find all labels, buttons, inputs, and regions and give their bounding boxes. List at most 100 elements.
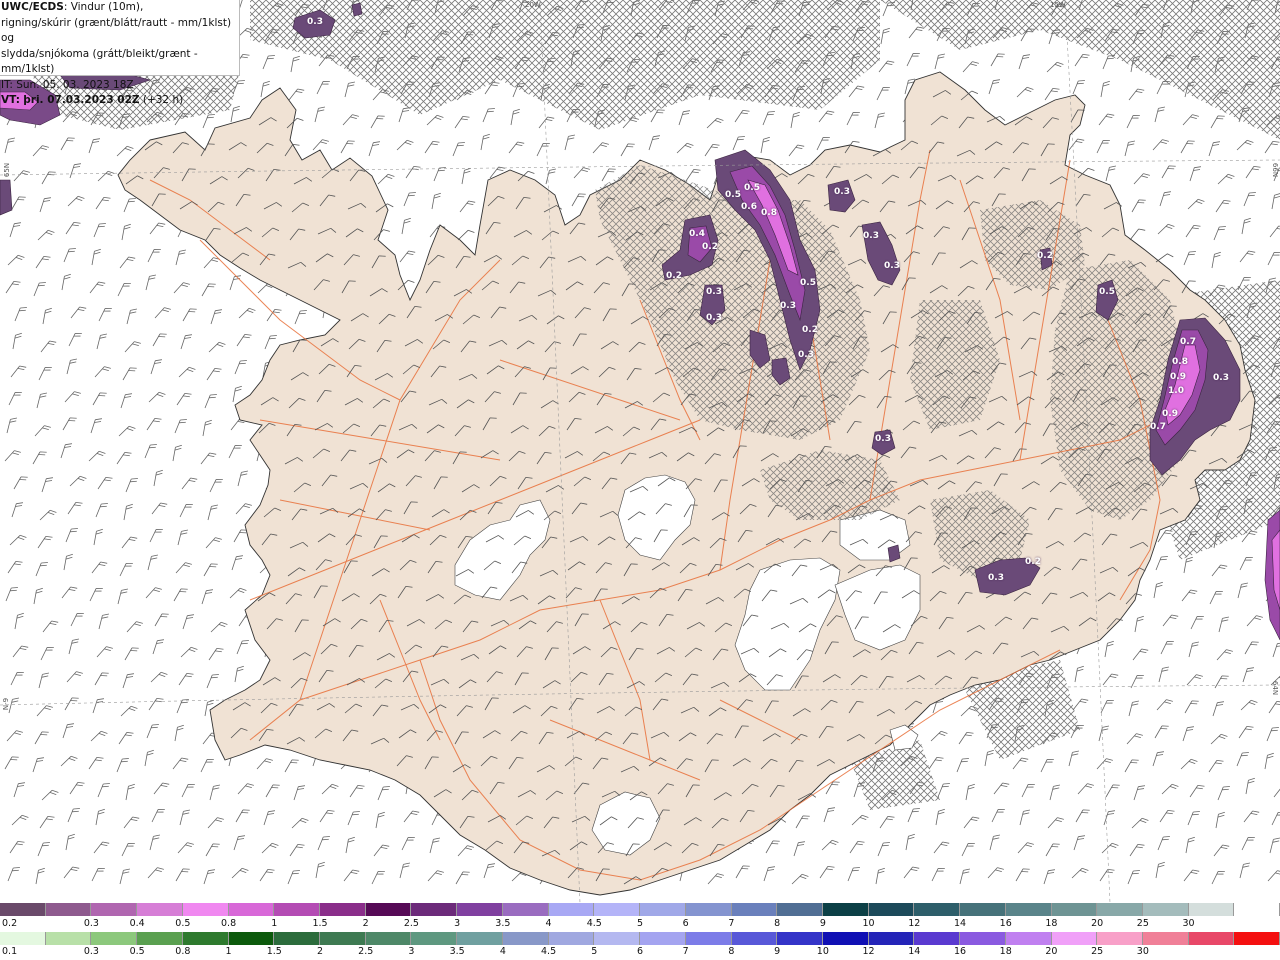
legend-swatch [182, 903, 229, 916]
legend-swatch [1188, 903, 1235, 916]
legend-swatch [1097, 903, 1143, 916]
legend-label: 3.5 [495, 918, 511, 929]
legend-swatch [1142, 903, 1189, 916]
legend-swatch [1188, 932, 1235, 945]
precip-value-label: 0.3 [875, 434, 891, 444]
legend-swatch [914, 932, 961, 945]
precip-value-label: 0.5 [1099, 287, 1115, 297]
legend-swatch [685, 903, 732, 916]
legend-swatch [868, 932, 915, 945]
legend-label: 20 [1045, 946, 1058, 957]
precip-value-label: 0.2 [802, 325, 818, 335]
legend-swatch [137, 932, 183, 945]
legend-swatch [457, 932, 503, 945]
legend-swatch [731, 903, 778, 916]
precip-value-label: 0.7 [1150, 422, 1166, 432]
legend-swatch [502, 903, 549, 916]
legend-swatch [1234, 903, 1280, 916]
precip-value-label: 0.2 [1025, 557, 1041, 567]
legend-label: 16 [953, 946, 967, 957]
legend-swatch [91, 903, 138, 916]
legend-label: 25 [1136, 918, 1149, 929]
legend-label: 9 [819, 918, 826, 929]
legend-label: 8 [728, 946, 735, 957]
legend-label: 2.5 [358, 946, 374, 957]
forecast-info-box: UWC/ECDS: Vindur (10m), rigning/skúrir (… [0, 0, 240, 106]
legend-swatch [228, 932, 275, 945]
snow-description: slydda/snjókoma (grátt/bleikt/grænt - mm… [1, 47, 198, 76]
legend-swatch [182, 932, 229, 945]
precip-value-label: 0.5 [744, 183, 760, 193]
forecast-map [0, 0, 1280, 903]
legend-swatch [868, 903, 915, 916]
legend-label: 4.5 [586, 918, 602, 929]
legend-label: 6 [636, 946, 644, 957]
rain-legend-labels: 0.1 0.3 0.5 0.8 1 1.5 2 2.5 3 3.5 4 4.5 5 6 7 8 9 10 12 14 1… [0, 946, 1280, 958]
precip-value-label: 0.3 [307, 17, 323, 27]
legend-label: 4 [545, 918, 552, 929]
legend-swatch [960, 932, 1006, 945]
legend-label: 16 [999, 918, 1012, 929]
legend-swatch [411, 903, 458, 916]
legend-label: 5 [636, 918, 644, 929]
legend-swatch [731, 932, 778, 945]
info-line-1: UWC/ECDS: Vindur (10m), [1, 0, 239, 16]
legend-label: 20 [1091, 918, 1104, 929]
legend-swatch [685, 932, 732, 945]
legend-swatch [91, 932, 138, 945]
precip-value-label: 0.8 [761, 208, 777, 218]
legend-label: 8 [774, 918, 781, 929]
legend-label: 4.5 [541, 946, 557, 957]
precip-value-label: 0.9 [1162, 409, 1178, 419]
legend-swatch [548, 932, 595, 945]
field-description: : Vindur (10m), [63, 1, 144, 13]
lat-label-left-top: 65N [3, 162, 12, 178]
legend-swatch [777, 932, 823, 945]
legend-swatch [274, 932, 321, 945]
legend-label: 18 [999, 946, 1012, 957]
legend-label: 12 [862, 946, 875, 957]
legend-swatch [1234, 932, 1280, 945]
legend-label: 30 [1136, 946, 1149, 957]
rain-description: rigning/skúrir (grænt/blátt/rautt - mm/1… [1, 16, 232, 45]
precip-value-label: 0.3 [988, 573, 1004, 583]
legend-swatch [548, 903, 595, 916]
legend-label: 1.5 [266, 946, 282, 957]
legend-swatch [640, 932, 686, 945]
precip-value-label: 0.4 [689, 229, 705, 239]
legend-swatch [0, 903, 46, 916]
legend-label: 18 [1045, 918, 1058, 929]
rain-color-legend [0, 932, 1280, 945]
precip-value-label: 0.2 [702, 242, 718, 252]
precip-value-label: 0.3 [798, 350, 814, 360]
legend-label: 14 [953, 918, 967, 929]
precip-value-label: 0.6 [741, 202, 757, 212]
legend-label: 7 [682, 946, 689, 957]
legend-label: 0.2 [2, 918, 18, 929]
precip-value-label: 0.3 [706, 313, 722, 323]
legend-swatch [228, 903, 275, 916]
legend-swatch [0, 932, 46, 945]
valid-time: þri. 07.03.2023 02Z [23, 94, 140, 106]
legend-label: 0.3 [83, 918, 99, 929]
legend-swatch [960, 903, 1006, 916]
precip-value-label: 0.7 [1180, 337, 1196, 347]
legend-swatch [365, 903, 412, 916]
legend-swatch [45, 932, 92, 945]
precip-value-label: 0.3 [706, 287, 722, 297]
precip-value-label: 0.5 [800, 278, 816, 288]
legend-swatch [274, 903, 321, 916]
legend-swatch [822, 903, 869, 916]
legend-label: 0.3 [83, 946, 99, 957]
precip-value-label: 0.2 [666, 271, 682, 281]
init-time: IT: Sun. 05. 03. 2023 18Z [1, 78, 134, 91]
legend-label: 1 [225, 946, 232, 957]
legend-swatch [594, 903, 641, 916]
legend-swatch [822, 932, 869, 945]
legend-label: 10 [862, 918, 875, 929]
legend-label: 0.5 [175, 918, 191, 929]
snow-legend-labels: 0.2 0.3 0.4 0.5 0.8 1 1.5 2 2.5 3 3.5 4 4.5 5 6 7 8 9 10 12… [0, 918, 1280, 930]
precip-value-label: 0.3 [834, 187, 850, 197]
info-line-valid: VT: þri. 07.03.2023 02Z (+32 h) [1, 93, 239, 109]
legend-label: 3.5 [449, 946, 465, 957]
